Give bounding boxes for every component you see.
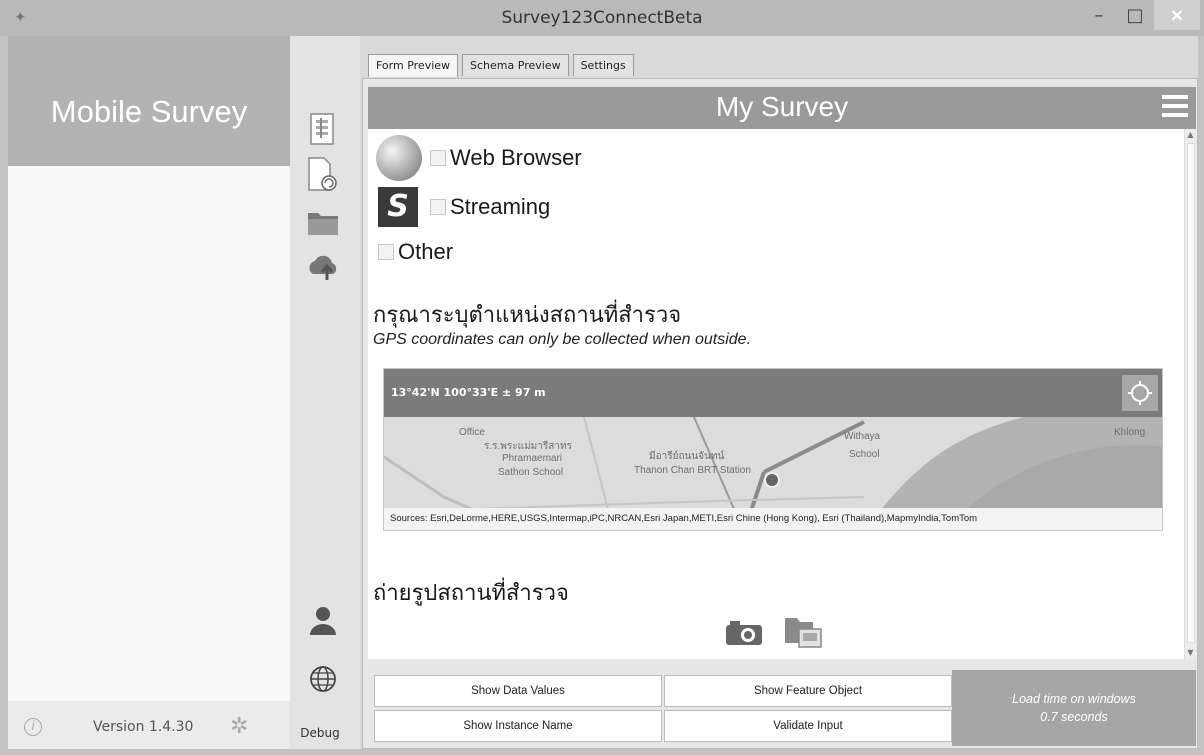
form-scrollbar[interactable]: ▲ ▼ — [1184, 129, 1196, 659]
minimize-button[interactable]: – — [1084, 0, 1114, 30]
sidebar-header: Mobile Survey — [8, 36, 290, 166]
map-label: Withaya — [844, 431, 881, 442]
form-icon[interactable] — [304, 110, 342, 148]
menu-icon[interactable] — [1162, 95, 1188, 117]
refresh-doc-icon[interactable] — [304, 156, 342, 194]
user-icon[interactable] — [304, 602, 342, 640]
option-label: Streaming — [450, 194, 551, 219]
window-frame-bottom — [0, 749, 1204, 755]
checkbox-web-browser[interactable] — [430, 150, 446, 166]
info-icon[interactable]: i — [24, 718, 42, 736]
debug-button[interactable]: Debug — [290, 726, 350, 740]
map-label: มีอารีย์ถนนจันทน์ — [649, 451, 725, 462]
map-header-bar: 13°42'N 100°33'E ± 97 m — [384, 369, 1162, 417]
close-button[interactable]: × — [1154, 0, 1200, 30]
sidebar-footer: i Version 1.4.30 ✲ — [8, 706, 290, 749]
validate-input-button[interactable]: Validate Input — [664, 710, 952, 742]
option-web-browser[interactable]: Web Browser — [376, 135, 582, 181]
sidebar-brand: Mobile Survey — [50, 94, 248, 129]
map-label: Sathon School — [498, 467, 564, 478]
map-label: School — [849, 449, 880, 460]
debug-button-area: Show Data Values Show Feature Object Sho… — [368, 670, 952, 744]
map-sources: Sources: Esri,DeLorme,HERE,USGS,Intermap… — [384, 508, 1162, 530]
attach-folder-icon[interactable] — [783, 615, 823, 649]
folder-icon[interactable] — [304, 204, 342, 242]
load-time-value: 0.7 seconds — [1040, 710, 1108, 724]
gear-icon[interactable]: ✲ — [230, 714, 248, 739]
load-time-box: Load time on windows 0.7 seconds — [952, 670, 1196, 746]
show-instance-name-button[interactable]: Show Instance Name — [374, 710, 662, 742]
sidebar: Mobile Survey i Version 1.4.30 ✲ — [8, 36, 290, 749]
scroll-down-icon[interactable]: ▼ — [1185, 647, 1196, 659]
scroll-thumb[interactable] — [1187, 143, 1195, 643]
map-pin-icon — [764, 472, 780, 488]
load-time-label: Load time on windows — [1012, 692, 1136, 706]
title-bar: ✦ Survey123ConnectBeta – □ × — [0, 0, 1204, 36]
camera-icon[interactable] — [724, 619, 764, 647]
option-streaming[interactable]: S Streaming — [378, 187, 550, 227]
map-label: Phramaemari — [502, 453, 563, 464]
window-frame-right — [1198, 36, 1204, 755]
maximize-button[interactable]: □ — [1120, 0, 1150, 30]
tool-column: Debug — [290, 36, 360, 749]
web-browser-globe-icon — [376, 135, 422, 181]
map-label: Khlong — [1114, 427, 1146, 438]
survey-header: My Survey — [368, 87, 1196, 129]
option-label: Web Browser — [450, 145, 582, 170]
coordinate-readout: 13°42'N 100°33'E ± 97 m — [391, 386, 546, 399]
window-title: Survey123ConnectBeta — [501, 8, 703, 28]
option-label: Other — [398, 239, 454, 264]
map-label: Thanon Chan BRT Station — [634, 465, 751, 476]
survey-list[interactable] — [8, 166, 290, 701]
globe-icon[interactable] — [304, 660, 342, 698]
map-label: Office — [459, 427, 485, 438]
option-other[interactable]: Other — [378, 239, 453, 265]
show-data-values-button[interactable]: Show Data Values — [374, 675, 662, 707]
location-map[interactable]: 13°42'N 100°33'E ± 97 m Office ร.ร.พระแม… — [383, 368, 1163, 531]
checkbox-streaming[interactable] — [430, 199, 446, 215]
checkbox-other[interactable] — [378, 244, 394, 260]
survey-title: My Survey — [715, 91, 849, 122]
cloud-upload-icon[interactable] — [304, 248, 342, 286]
window-frame-left — [0, 36, 8, 755]
streaming-icon: S — [378, 187, 418, 227]
tab-schema-preview[interactable]: Schema Preview — [462, 54, 569, 76]
show-feature-object-button[interactable]: Show Feature Object — [664, 675, 952, 707]
tab-settings[interactable]: Settings — [572, 54, 634, 76]
scroll-up-icon[interactable]: ▲ — [1185, 129, 1196, 141]
tab-form-preview[interactable]: Form Preview — [368, 54, 459, 77]
version-label: Version 1.4.30 — [93, 719, 194, 735]
location-hint: GPS coordinates can only be collected wh… — [373, 331, 752, 348]
photo-question: ถ่ายรูปสถานที่สำรวจ — [373, 581, 569, 606]
map-label: ร.ร.พระแม่มารีสาทร — [484, 441, 572, 452]
location-question: กรุณาระบุตำแหน่งสถานที่สำรวจ — [373, 303, 682, 328]
tab-bar: Form Preview Schema Preview Settings — [368, 54, 634, 77]
form-body: Web Browser S Streaming Other กรุณาระบุต… — [368, 129, 1184, 659]
locate-icon[interactable] — [1122, 375, 1158, 411]
